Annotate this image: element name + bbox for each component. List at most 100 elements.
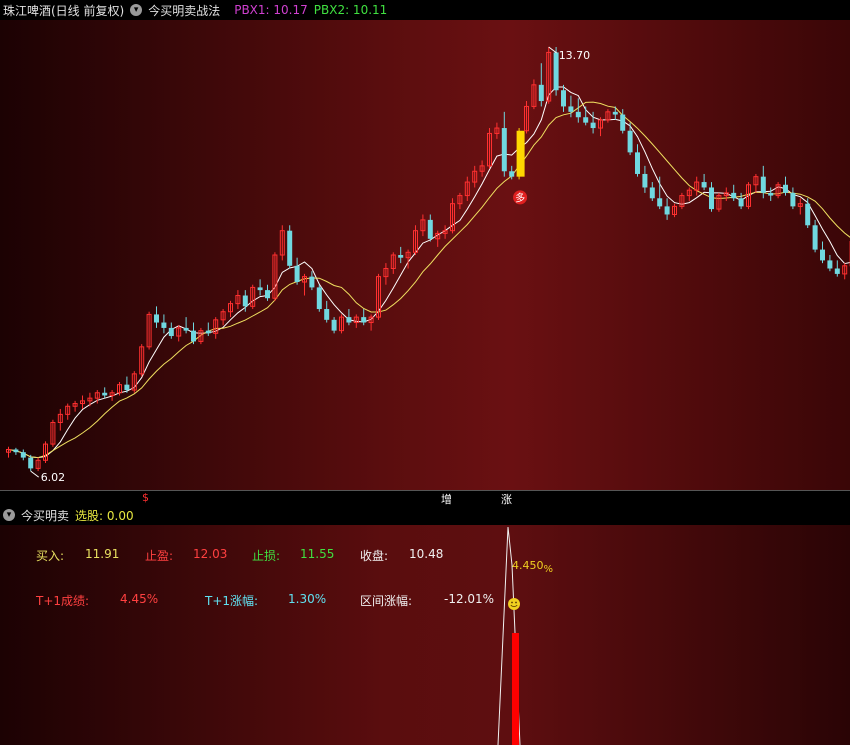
candle xyxy=(43,441,48,463)
high-label: 13.70 xyxy=(559,49,591,62)
candle xyxy=(612,106,618,120)
spike-label: 4.450% xyxy=(512,559,553,575)
candle xyxy=(642,165,648,193)
chevron-down-icon[interactable]: ▾ xyxy=(130,4,143,16)
candle xyxy=(131,371,137,393)
candle xyxy=(738,192,744,210)
candle xyxy=(324,300,330,323)
candlestick-chart: 13.70 6.02 多 xyxy=(6,46,850,484)
candle xyxy=(620,109,626,134)
candle xyxy=(309,271,315,291)
candle xyxy=(154,306,159,328)
ma-fast-line xyxy=(8,86,850,459)
candle xyxy=(494,122,500,139)
pbx1-value: PBX1: 10.17 xyxy=(234,3,308,17)
candle xyxy=(427,214,433,242)
buy-marker-label: 多 xyxy=(515,191,525,204)
candle xyxy=(287,225,293,269)
candle xyxy=(235,290,241,310)
candle xyxy=(842,263,848,280)
spike-unit: % xyxy=(543,564,554,575)
indicator-name[interactable]: 今买明卖战法 xyxy=(148,2,220,19)
candle xyxy=(694,176,700,196)
candle xyxy=(531,79,537,110)
candle xyxy=(20,449,26,461)
candle xyxy=(464,176,470,201)
candle xyxy=(398,246,404,264)
spike-bar xyxy=(512,633,519,745)
candle xyxy=(686,187,692,201)
candle xyxy=(538,63,544,107)
candle xyxy=(6,446,11,458)
candle xyxy=(65,403,71,420)
candle xyxy=(294,257,300,285)
candle xyxy=(479,160,485,177)
candle xyxy=(672,203,677,218)
candle xyxy=(205,322,211,337)
candle xyxy=(420,214,426,237)
candle xyxy=(679,192,685,210)
candle xyxy=(146,311,152,350)
candle xyxy=(487,128,492,169)
candle xyxy=(72,400,78,412)
candle xyxy=(598,117,603,137)
chevron-down-icon[interactable]: ▾ xyxy=(3,509,15,521)
candle xyxy=(746,182,751,210)
candle xyxy=(168,322,174,339)
candle xyxy=(213,317,219,339)
candle xyxy=(516,128,525,180)
candle xyxy=(250,284,256,310)
candle xyxy=(265,284,270,301)
candle xyxy=(339,314,344,334)
signal-marker-dollar: $ xyxy=(142,491,149,504)
candle xyxy=(834,260,840,277)
spike-chart xyxy=(497,526,521,745)
candle xyxy=(716,192,722,212)
candle xyxy=(405,249,411,269)
candle xyxy=(161,314,167,334)
ma-slow-line xyxy=(8,101,850,459)
candle xyxy=(13,447,19,455)
candle xyxy=(450,198,455,234)
candle xyxy=(279,225,285,261)
candle xyxy=(228,300,233,318)
candle xyxy=(220,309,226,326)
candle xyxy=(346,309,352,326)
candle xyxy=(316,284,322,312)
candle xyxy=(775,182,781,199)
candle xyxy=(35,457,41,472)
candle xyxy=(627,122,633,156)
chart-title: 珠江啤酒(日线 前复权) xyxy=(3,3,125,18)
candle xyxy=(709,182,714,212)
candle xyxy=(635,144,640,177)
candle xyxy=(331,317,337,334)
candle xyxy=(257,279,263,296)
candle xyxy=(501,111,507,177)
candle xyxy=(812,219,818,253)
smiley-icon xyxy=(508,598,520,610)
candle xyxy=(191,322,196,345)
candle xyxy=(649,182,655,201)
stats-panel: 买入: 11.91 止盈: 12.03 止损: 11.55 收盘: 10.48 … xyxy=(0,525,850,745)
candle xyxy=(820,241,825,264)
candle xyxy=(583,106,589,126)
candle xyxy=(80,395,85,409)
candle xyxy=(790,187,796,210)
sub-indicator-name[interactable]: 今买明卖 xyxy=(21,507,69,524)
candle xyxy=(575,98,581,123)
candle xyxy=(139,344,145,377)
low-label: 6.02 xyxy=(41,471,65,484)
candle xyxy=(457,192,463,210)
candle xyxy=(57,408,63,431)
candle xyxy=(605,109,611,123)
candle xyxy=(109,390,115,401)
candlestick-panel[interactable]: 13.70 6.02 多 xyxy=(0,20,850,490)
candle xyxy=(435,230,441,247)
sub-header: ▾ 今买明卖 选股: 0.00 xyxy=(0,505,850,525)
candle xyxy=(383,263,389,285)
candle xyxy=(50,419,56,447)
low-pointer xyxy=(30,470,40,478)
pbx2-value: PBX2: 10.11 xyxy=(313,3,388,17)
candle xyxy=(546,47,552,104)
signal-axis: $ 增 涨 xyxy=(0,490,850,506)
